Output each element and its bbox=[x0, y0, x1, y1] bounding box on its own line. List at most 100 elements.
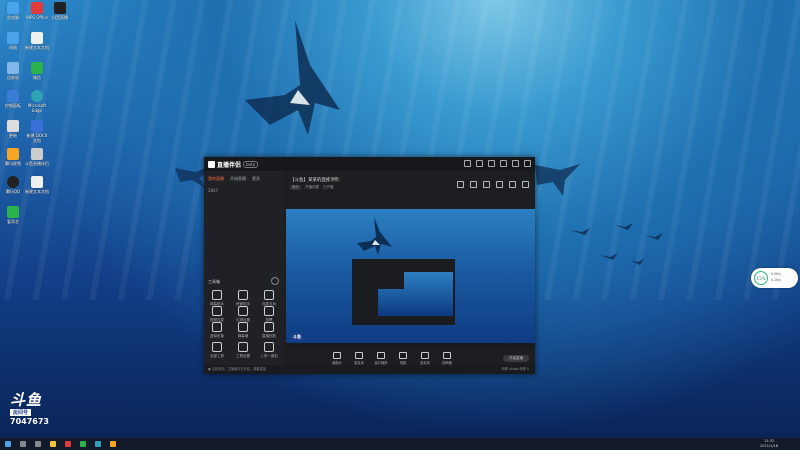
docx-icon[interactable]: 新建 DOCX 文档 bbox=[24, 120, 50, 143]
room-status: 已开播 bbox=[323, 185, 334, 189]
manta-ray-right bbox=[535, 164, 580, 196]
control-panel-icon[interactable]: 控制面板 bbox=[0, 90, 26, 108]
tool-mic[interactable]: 连麦互动 bbox=[258, 290, 280, 307]
clock-date: 2021/1/18 bbox=[760, 444, 778, 448]
computer-icon[interactable]: 此电脑 bbox=[0, 2, 26, 20]
start-live-button[interactable]: 开始直播 bbox=[503, 355, 529, 362]
douyu-taskbar-icon[interactable] bbox=[110, 441, 116, 447]
qq-icon[interactable]: 腾讯QQ bbox=[0, 176, 26, 194]
status-bar: ● 当前状态：主播版本已开启，弹幕连接 码率 0kbps 帧率 0 bbox=[204, 365, 535, 374]
douyu-icon[interactable]: 斗鱼直播伴侣 bbox=[24, 148, 50, 166]
app-version-badge: beta bbox=[243, 161, 259, 168]
room-category[interactable]: 娱乐 bbox=[290, 185, 301, 190]
wechat-taskbar-icon[interactable] bbox=[80, 441, 86, 447]
room-number-label: 房间号 bbox=[10, 409, 32, 416]
wechat-icon[interactable]: 微信 bbox=[24, 62, 50, 80]
app-logo: 直播伴侣 beta bbox=[208, 160, 259, 169]
manager-icon bbox=[238, 290, 248, 300]
video-control[interactable]: 视频 bbox=[392, 351, 414, 365]
share-icon[interactable] bbox=[522, 181, 529, 188]
tool-gift[interactable]: 礼物设置 bbox=[232, 306, 254, 323]
all-tools-icon bbox=[212, 342, 222, 352]
stream-preview[interactable]: 斗鱼 bbox=[286, 209, 535, 348]
tool-avatar[interactable]: 虚拟形象 bbox=[206, 322, 228, 339]
camera-icon bbox=[333, 351, 341, 359]
manta-ray-large bbox=[245, 20, 340, 135]
iqiyi-icon[interactable]: 爱奇艺 bbox=[0, 206, 26, 224]
search-icon[interactable] bbox=[20, 441, 26, 447]
app-icon[interactable]: 抖音直播 bbox=[47, 2, 73, 20]
avatar-icon bbox=[212, 322, 222, 332]
close-icon[interactable] bbox=[524, 160, 531, 167]
wall-icon bbox=[238, 322, 248, 332]
tool-manager[interactable]: 房管助手 bbox=[232, 290, 254, 307]
document-icon[interactable]: 新建文本文档 bbox=[24, 32, 50, 50]
edge-taskbar-icon[interactable] bbox=[95, 441, 101, 447]
bitrate-text: 码率 0kbps 帧率 0 bbox=[501, 367, 529, 371]
tool-vote[interactable]: 投票 bbox=[258, 306, 280, 323]
tool-video-link[interactable]: 视频连麦 bbox=[206, 306, 228, 323]
recycle-bin-icon[interactable]: 回收站 bbox=[0, 62, 26, 80]
settings-icon bbox=[238, 342, 248, 352]
screenshot-icon[interactable] bbox=[457, 181, 464, 188]
tab-my-live[interactable]: 我的直播 bbox=[208, 176, 224, 182]
scene-toolbar bbox=[457, 181, 529, 188]
douyu-logo: 斗鱼 bbox=[10, 391, 43, 409]
document-icon[interactable]: 新建文本文档 bbox=[24, 176, 50, 194]
manta-ray-school bbox=[570, 223, 663, 265]
toolbox-settings-icon[interactable] bbox=[271, 277, 279, 285]
preview-watermark: 斗鱼 bbox=[291, 333, 303, 341]
mic-icon bbox=[421, 351, 429, 359]
edge-icon[interactable]: Microsoft Edge bbox=[24, 90, 50, 113]
danmaku-icon bbox=[212, 290, 222, 300]
mic-volume-control[interactable]: 麦克风 bbox=[414, 351, 436, 365]
window-capture-control[interactable]: 窗口捕获 bbox=[370, 351, 392, 365]
nested-app-window bbox=[352, 259, 455, 325]
document-icon[interactable]: 更新 bbox=[0, 120, 26, 138]
desktop-icons: 此电脑 WPS Office 抖音直播 网络 新建文本文档 回收站 微信 控制面… bbox=[0, 0, 68, 270]
video-icon[interactable]: 腾讯视频 bbox=[0, 148, 26, 166]
tool-all[interactable]: 全部工具 bbox=[206, 342, 228, 359]
tool-settings[interactable]: 工具设置 bbox=[232, 342, 254, 359]
skin-icon[interactable] bbox=[464, 160, 471, 167]
task-view-icon[interactable] bbox=[35, 441, 41, 447]
preview-manta bbox=[357, 217, 392, 255]
network-speed-widget[interactable]: 15% 0.0K/s 0.1K/s bbox=[751, 268, 798, 288]
room-meta: 娱乐 开播设置 已开播 bbox=[290, 185, 334, 190]
streaming-app-window: 直播伴侣 beta 我的直播 开始直播 更多 2847 工具箱 弹幕助手 房管助… bbox=[204, 157, 535, 374]
tab-more[interactable]: 更多 bbox=[252, 176, 260, 182]
chat-icon[interactable] bbox=[509, 181, 516, 188]
beauty-icon[interactable] bbox=[496, 181, 503, 188]
gift-icon bbox=[238, 306, 248, 316]
microphone-control[interactable]: 麦克风 bbox=[348, 351, 370, 365]
mic-icon bbox=[264, 290, 274, 300]
tab-start-live[interactable]: 开始直播 bbox=[230, 176, 246, 182]
wps-taskbar-icon[interactable] bbox=[65, 441, 71, 447]
desktop-wallpaper: 此电脑 WPS Office 抖音直播 网络 新建文本文档 回收站 微信 控制面… bbox=[0, 0, 800, 438]
logo-mark-icon bbox=[208, 161, 215, 168]
maximize-icon[interactable] bbox=[512, 160, 519, 167]
microphone-icon bbox=[355, 351, 363, 359]
nested-preview-window bbox=[374, 271, 404, 289]
speaker-control[interactable]: 扬声器 bbox=[436, 351, 458, 365]
network-icon[interactable]: 网络 bbox=[0, 32, 26, 50]
system-clock[interactable]: 11:32 2021/1/18 bbox=[760, 439, 778, 449]
layout-icon[interactable] bbox=[483, 181, 490, 188]
tool-upload[interactable]: 上传一键包 bbox=[258, 342, 280, 359]
camera-control[interactable]: 摄像头 bbox=[326, 351, 348, 365]
file-explorer-icon[interactable] bbox=[50, 441, 56, 447]
tool-replay[interactable]: 直播回放 bbox=[258, 322, 280, 339]
room-edit-tag[interactable]: 编辑 bbox=[329, 177, 340, 182]
start-icon[interactable] bbox=[5, 441, 11, 447]
message-icon[interactable] bbox=[476, 160, 483, 167]
tool-wall[interactable]: 弹幕墙 bbox=[232, 322, 254, 339]
menu-icon[interactable] bbox=[488, 160, 495, 167]
window-capture-icon bbox=[377, 351, 385, 359]
room-number: 7047673 bbox=[10, 417, 49, 426]
toolbox-title: 工具箱 bbox=[208, 279, 220, 284]
room-settings-link[interactable]: 开播设置 bbox=[305, 185, 319, 190]
taskbar: 11:32 2021/1/18 bbox=[0, 438, 800, 450]
tool-danmaku[interactable]: 弹幕助手 bbox=[206, 290, 228, 307]
record-icon[interactable] bbox=[470, 181, 477, 188]
minimize-icon[interactable] bbox=[500, 160, 507, 167]
